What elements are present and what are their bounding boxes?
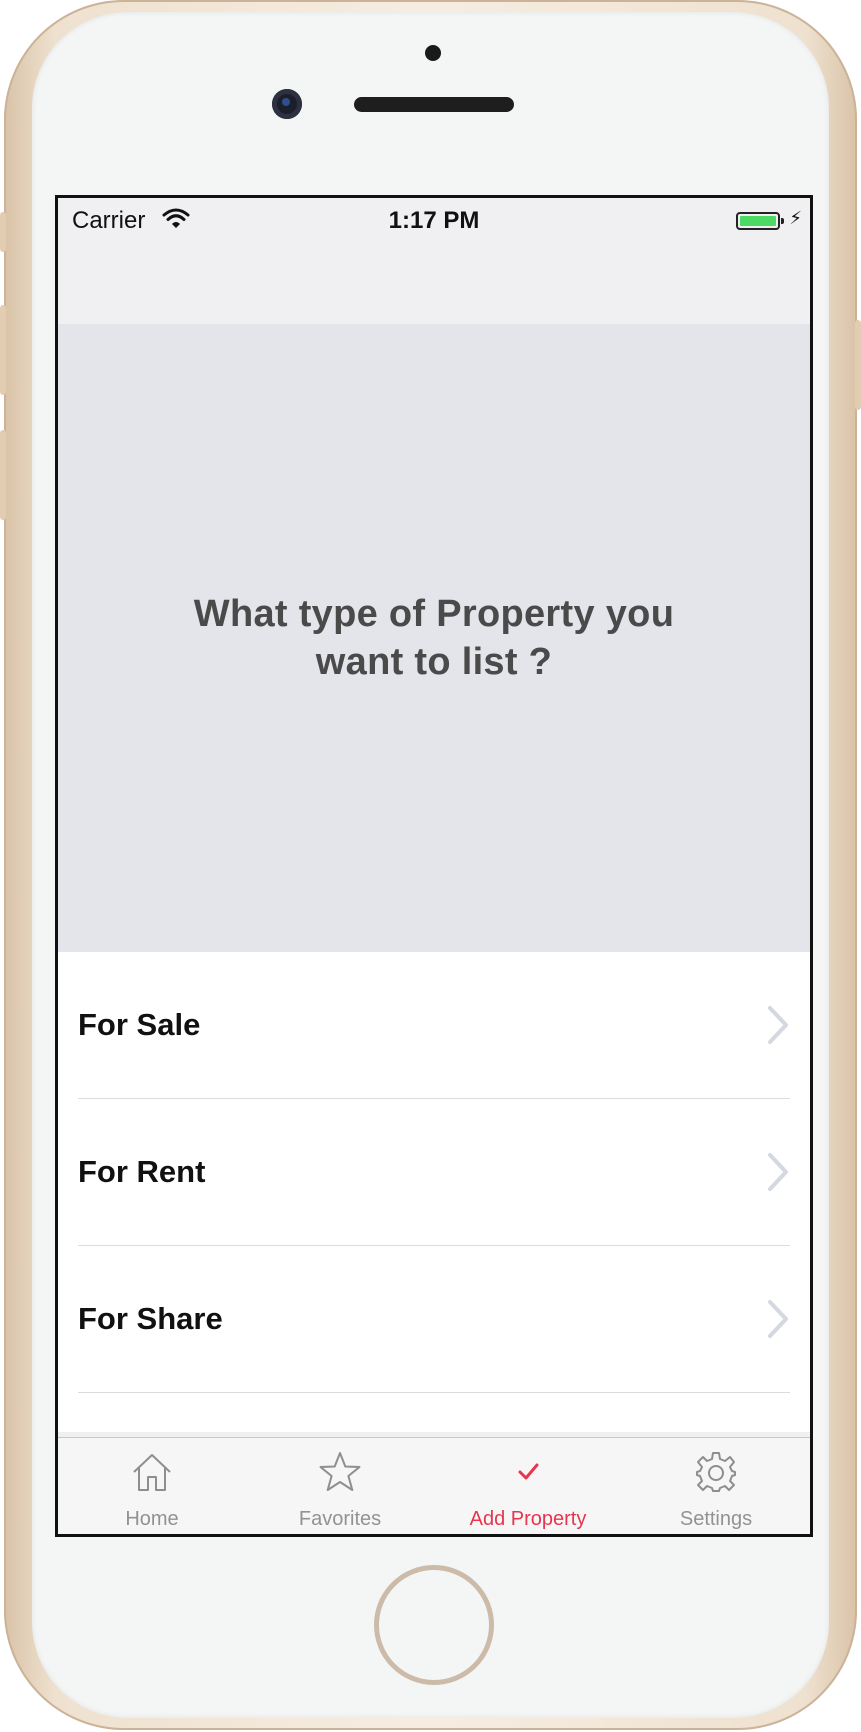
tab-label: Favorites: [298, 1508, 382, 1530]
navigation-bar: [58, 242, 810, 324]
charging-bolt-icon: ⚡︎: [789, 208, 802, 228]
power-button: [855, 320, 861, 410]
battery-icon: [736, 212, 784, 230]
status-time: 1:17 PM: [388, 207, 480, 234]
hero-banner: What type of Property you want to list ?: [58, 324, 810, 952]
volume-down-button: [0, 430, 6, 520]
status-bar: Carrier 1:17 PM ⚡︎: [58, 198, 810, 242]
tab-label: Settings: [679, 1508, 753, 1530]
home-icon: [133, 1454, 171, 1491]
list-item-label: For Rent: [78, 1154, 206, 1189]
list-item-for-sale[interactable]: For Sale: [78, 952, 790, 1099]
tab-label: Home: [125, 1508, 179, 1530]
app-screen: Carrier 1:17 PM ⚡︎ What type of Property…: [55, 195, 813, 1537]
list-item-for-share[interactable]: For Share: [78, 1246, 790, 1393]
listing-type-list: For Sale For Rent For Share: [58, 952, 810, 1432]
home-button[interactable]: [374, 1565, 494, 1685]
hero-title: What type of Property you want to list ?: [193, 593, 675, 683]
battery-level: [740, 216, 776, 226]
phone-frame: Carrier 1:17 PM ⚡︎ What type of Property…: [0, 0, 861, 1730]
checkmark-icon: [518, 1463, 539, 1480]
chevron-right-icon: [768, 1006, 788, 1044]
star-icon: [319, 1452, 361, 1491]
proximity-sensor: [425, 45, 441, 61]
chevron-right-icon: [768, 1300, 788, 1338]
tab-bar: Home Favorites Add Property Settings: [58, 1437, 810, 1534]
mute-switch: [0, 212, 6, 252]
volume-up-button: [0, 305, 6, 395]
list-item-label: For Sale: [78, 1007, 201, 1042]
list-item-label: For Share: [78, 1301, 223, 1336]
tab-label: Add Property: [469, 1508, 587, 1530]
front-camera-icon: [272, 89, 302, 119]
list-item-for-rent[interactable]: For Rent: [78, 1099, 790, 1246]
earpiece-speaker: [354, 97, 514, 112]
gear-icon: [696, 1452, 736, 1492]
tab-home[interactable]: Home: [58, 1438, 246, 1534]
tab-add-property[interactable]: Add Property: [434, 1438, 622, 1534]
chevron-right-icon: [768, 1153, 788, 1191]
tab-settings[interactable]: Settings: [622, 1438, 810, 1534]
tab-favorites[interactable]: Favorites: [246, 1438, 434, 1534]
